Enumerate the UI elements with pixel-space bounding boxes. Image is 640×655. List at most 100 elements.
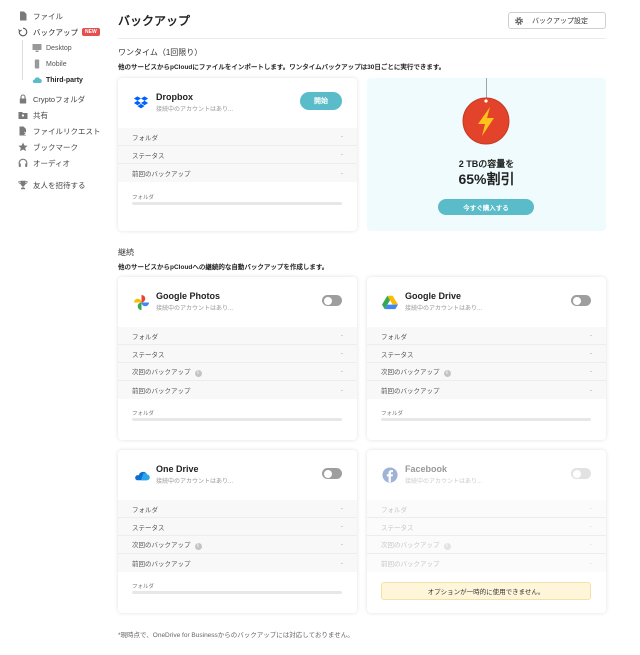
row-label: 次回のバックアップ [381, 542, 440, 550]
last-backup-row: 前回のバックアップ - [118, 554, 357, 572]
row-value: - [340, 559, 343, 567]
sidebar-subitem-label: Mobile [46, 60, 67, 68]
gear-icon [514, 16, 524, 25]
desktop-icon [32, 43, 42, 53]
info-icon[interactable]: i [443, 369, 451, 377]
folder-row: フォルダ - [118, 128, 357, 146]
file-request-icon [18, 126, 28, 136]
sidebar-item-backup[interactable]: バックアップ NEW [18, 25, 100, 39]
status-row: ステータス - [367, 518, 606, 536]
progress-label: フォルダ [132, 411, 155, 417]
folder-row: フォルダ - [118, 500, 357, 518]
row-value: - [589, 559, 592, 567]
row-value: - [340, 386, 343, 394]
status-row: ステータス - [118, 518, 357, 536]
row-value: - [340, 350, 343, 357]
promo-card: 2 TBの容量を 65%割引 今すぐ購入する [367, 78, 606, 231]
google-drive-card: Google Drive 接続中のアカウントはあり... フォルダ - ステータス… [367, 277, 606, 440]
sidebar-subitem-desktop[interactable]: Desktop [32, 41, 72, 55]
row-value: - [589, 350, 592, 357]
new-badge: NEW [82, 28, 100, 36]
sidebar-subitem-third-party[interactable]: Third-party [32, 73, 83, 87]
info-icon[interactable]: i [194, 369, 202, 377]
cloud-icon [32, 75, 42, 85]
sidebar-item-shared[interactable]: 共有 [18, 108, 48, 122]
star-icon [18, 142, 28, 152]
sidebar-item-crypto[interactable]: Cryptoフォルダ [18, 92, 85, 106]
info-rows: フォルダ - ステータス - 次回のバックアップ i - 前回のバックアップ - [118, 327, 357, 399]
progress-bar [132, 591, 342, 594]
file-icon [18, 11, 28, 21]
service-name: Google Photos [156, 291, 220, 301]
row-value: - [340, 505, 343, 512]
row-value: - [340, 169, 343, 177]
google-photos-toggle[interactable] [322, 295, 342, 306]
info-rows: フォルダ - ステータス - 次回のバックアップ i - 前回のバックアップ - [367, 327, 606, 399]
sidebar-item-file-requests[interactable]: ファイルリクエスト [18, 124, 101, 138]
lock-icon [18, 94, 28, 104]
facebook-icon [381, 466, 399, 484]
shared-folder-icon [18, 110, 28, 120]
row-label: ステータス [132, 152, 165, 160]
sidebar-item-label: ファイル [33, 11, 63, 21]
row-label: フォルダ [132, 134, 158, 142]
sidebar-item-audio[interactable]: オーディオ [18, 156, 70, 170]
next-backup-row: 次回のバックアップ i - [367, 536, 606, 554]
row-label: フォルダ [381, 506, 407, 514]
onetime-section-title: ワンタイム（1回限り） [118, 48, 203, 57]
info-rows: フォルダ - ステータス - 前回のバックアップ - [118, 128, 357, 182]
row-label: ステータス [132, 524, 165, 532]
info-rows: フォルダ - ステータス - 次回のバックアップ i - 前回のバックアップ - [367, 500, 606, 572]
info-rows: フォルダ - ステータス - 次回のバックアップ i - 前回のバックアップ - [118, 500, 357, 572]
row-label: 前回のバックアップ [132, 171, 191, 178]
mobile-icon [32, 59, 42, 69]
row-value: - [340, 332, 343, 339]
last-backup-row: 前回のバックアップ - [118, 164, 357, 182]
row-label: 前回のバックアップ [381, 388, 440, 395]
account-status: 接続中のアカウントはあり... [405, 306, 483, 312]
sidebar-item-invite[interactable]: 友人を招待する [18, 178, 86, 192]
progress-bar [132, 202, 342, 205]
sidebar-subitem-label: Third-party [46, 76, 83, 84]
folder-row: フォルダ - [118, 327, 357, 345]
sidebar-item-label: オーディオ [33, 158, 70, 168]
account-status: 接続中のアカウントはあり... [405, 479, 483, 485]
row-value: - [589, 386, 592, 394]
dropbox-start-button[interactable]: 開始 [300, 92, 342, 110]
info-icon[interactable]: i [194, 542, 202, 550]
sidebar-item-label: Cryptoフォルダ [33, 94, 86, 104]
footnote: *現時点で、OneDrive for Businessからのバックアップには対応… [118, 632, 354, 639]
row-label: ステータス [132, 351, 165, 359]
row-label: 次回のバックアップ [381, 369, 440, 377]
progress-bar [132, 418, 342, 421]
onedrive-toggle[interactable] [322, 468, 342, 479]
backup-settings-button[interactable]: バックアップ設定 [508, 12, 606, 29]
row-label: フォルダ [132, 333, 158, 341]
buy-now-button[interactable]: 今すぐ購入する [438, 199, 534, 215]
backup-settings-label: バックアップ設定 [532, 17, 588, 25]
row-value: - [589, 368, 592, 375]
row-label: 前回のバックアップ [132, 561, 191, 568]
google-drive-toggle[interactable] [571, 295, 591, 306]
row-value: - [589, 523, 592, 530]
row-value: - [589, 332, 592, 339]
status-row: ステータス - [118, 146, 357, 164]
google-drive-icon [381, 293, 399, 311]
row-label: 次回のバックアップ [132, 369, 191, 377]
sidebar-item-files[interactable]: ファイル [18, 9, 63, 23]
folder-row: フォルダ - [367, 327, 606, 345]
sidebar-item-bookmarks[interactable]: ブックマーク [18, 140, 78, 154]
onedrive-card: One Drive 接続中のアカウントはあり... フォルダ - ステータス - 次… [118, 450, 357, 613]
row-label: ステータス [381, 351, 414, 359]
unavailable-notice: オプションが一時的に使用できません。 [381, 582, 591, 600]
row-label: ステータス [381, 524, 414, 532]
next-backup-row: 次回のバックアップ i - [367, 363, 606, 381]
sidebar-subitem-mobile[interactable]: Mobile [32, 57, 67, 71]
row-label: 次回のバックアップ [132, 542, 191, 550]
sidebar-item-label: ファイルリクエスト [33, 126, 101, 136]
card-header: Facebook 接続中のアカウントはあり... [381, 464, 482, 485]
progress-label: フォルダ [381, 411, 404, 417]
dropbox-card: Dropbox 接続中のアカウントはあり... 開始 フォルダ - ステータス - … [118, 78, 357, 231]
last-backup-row: 前回のバックアップ - [118, 381, 357, 399]
promo-discount: 65%割引 [458, 171, 515, 187]
